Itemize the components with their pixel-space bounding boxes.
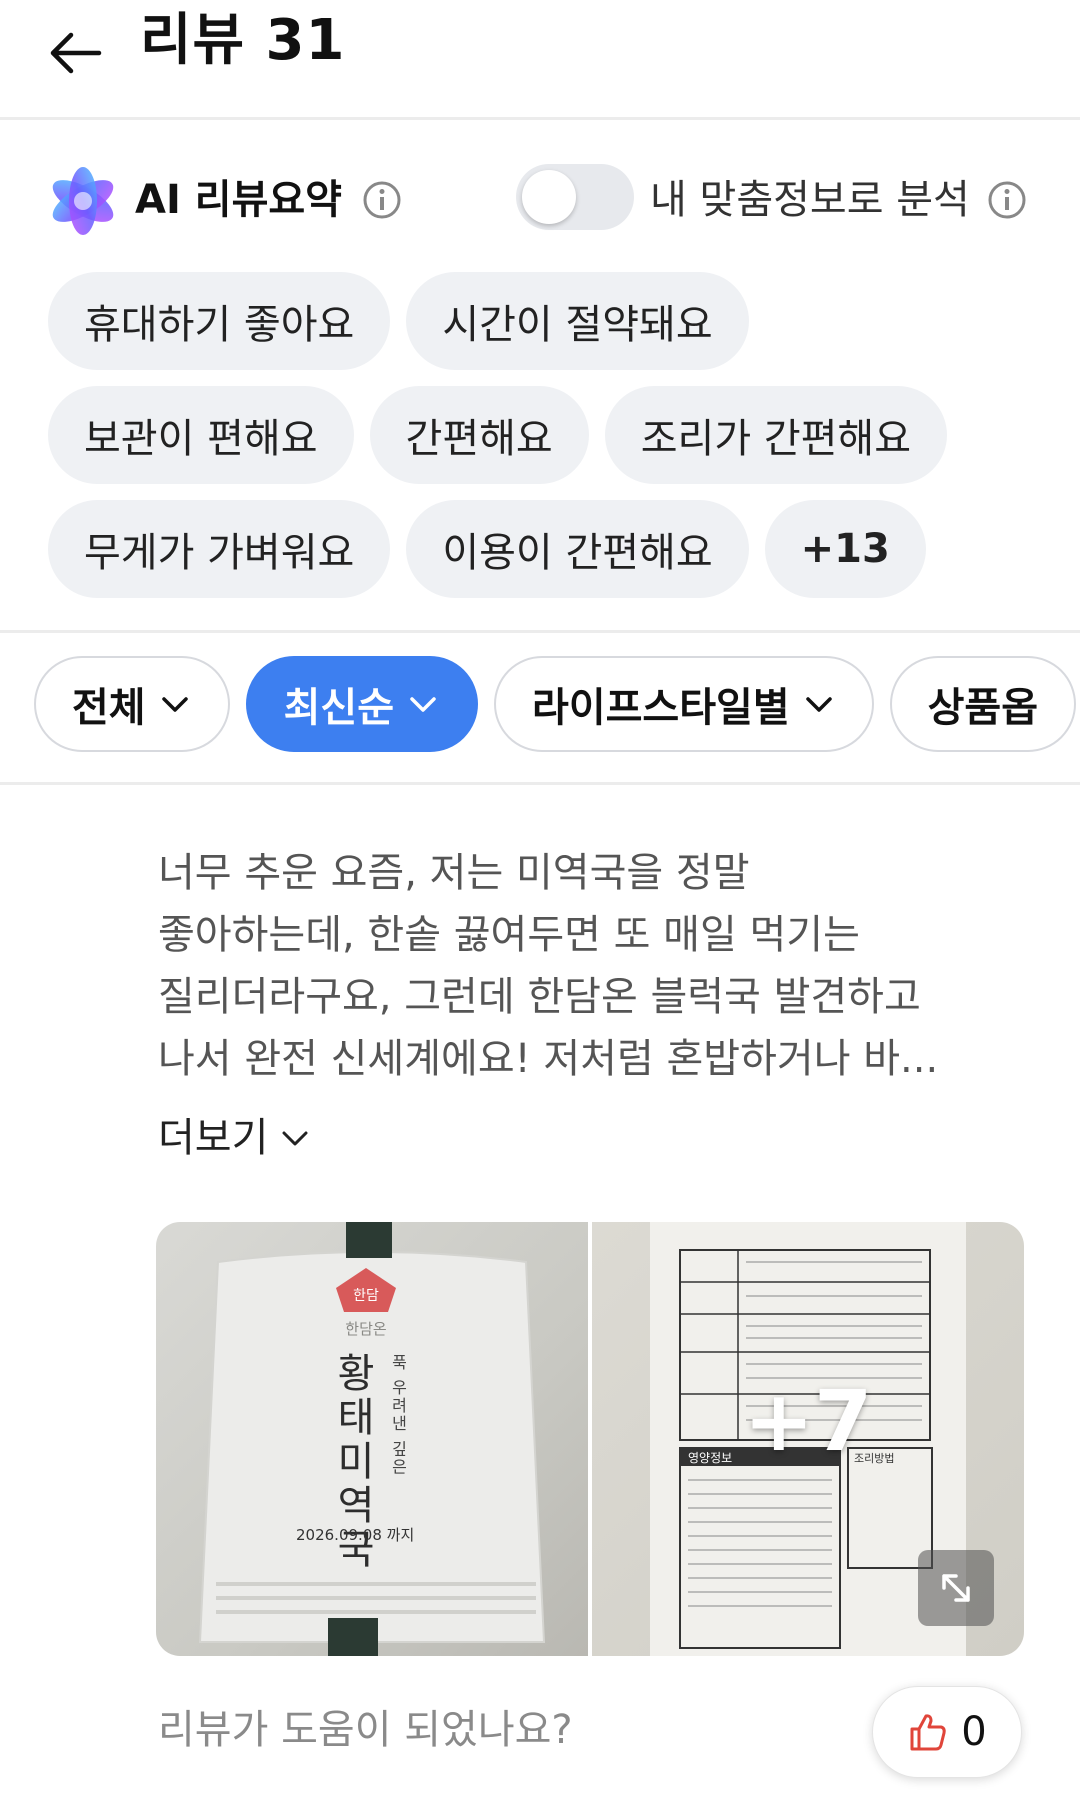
expand-icon: [942, 1574, 970, 1602]
chevron-down-icon: [805, 697, 832, 712]
product-package-front-image: 한담 한담온 황태미역국 푹 우려낸 깊은 2026.09.08 까지: [198, 1222, 546, 1656]
summary-tag-chip[interactable]: 시간이 절약돼요: [406, 272, 749, 370]
like-count: 0: [961, 1709, 987, 1755]
chevron-down-icon: [282, 1131, 308, 1146]
ai-sparkle-logo-icon: [52, 167, 114, 235]
expand-photo-button[interactable]: [918, 1550, 994, 1626]
back-button[interactable]: [40, 18, 110, 88]
filter-label: 라이프스타일별: [532, 685, 790, 731]
review-photo[interactable]: 영양정보 조리방법 +7: [592, 1222, 1024, 1656]
summary-tag-chip[interactable]: 이용이 간편해요: [406, 500, 749, 598]
filter-label: 상품옵: [927, 685, 1039, 731]
review-text-line: 나서 완전 신세계에요! 저처럼 혼밥하거나 바...: [158, 1036, 939, 1082]
review-body-text: 너무 추운 요즘, 저는 미역국을 정말 좋아하는데, 한솥 끓여두면 또 매일…: [158, 842, 1018, 1090]
brand-text: 한담온: [345, 1320, 386, 1338]
review-text-line: 너무 추운 요즘, 저는 미역국을 정말: [158, 850, 750, 896]
summary-tag-chip[interactable]: 보관이 편해요: [48, 386, 354, 484]
summary-tag-chip[interactable]: 휴대하기 좋아요: [48, 272, 391, 370]
helpful-like-button[interactable]: 0: [872, 1686, 1022, 1778]
summary-tag-list: 휴대하기 좋아요 시간이 절약돼요 보관이 편해요 간편해요 조리가 간편해요 …: [48, 272, 1048, 614]
review-photo[interactable]: 한담 한담온 황태미역국 푹 우려낸 깊은 2026.09.08 까지: [156, 1222, 588, 1656]
info-icon[interactable]: [362, 180, 402, 220]
read-more-button[interactable]: 더보기: [158, 1107, 312, 1169]
sort-latest-dropdown[interactable]: 최신순: [245, 656, 479, 752]
helpful-question: 리뷰가 도움이 되었나요?: [158, 1707, 573, 1753]
info-icon[interactable]: [987, 180, 1027, 220]
filter-label: 최신순: [283, 685, 395, 731]
header-bar: 리뷰 31: [0, 0, 1080, 120]
review-photo-gallery: 한담 한담온 황태미역국 푹 우려낸 깊은 2026.09.08 까지 영양정보…: [156, 1222, 1024, 1656]
chevron-down-icon: [410, 697, 436, 712]
chevron-down-icon: [161, 697, 188, 712]
more-tags-button[interactable]: +13: [764, 500, 926, 598]
ai-summary-title: AI 리뷰요약: [135, 177, 342, 223]
summary-tag-chip[interactable]: 조리가 간편해요: [604, 386, 948, 484]
arrow-left-icon: [50, 32, 102, 74]
filter-lifestyle-dropdown[interactable]: 라이프스타일별: [494, 656, 874, 752]
summary-tag-chip[interactable]: 간편해요: [369, 386, 589, 484]
more-photos-count: +7: [743, 1372, 873, 1470]
page-title: 리뷰 31: [140, 8, 346, 73]
product-tagline-text: 푹 우려낸 깊은: [389, 1354, 408, 1476]
filter-label: 전체: [72, 685, 146, 731]
brand-badge-text: 한담: [353, 1288, 379, 1304]
review-text-line: 좋아하는데, 한솥 끓여두면 또 매일 먹기는: [158, 912, 860, 958]
summary-tag-chip[interactable]: 무게가 가벼워요: [48, 500, 391, 598]
personal-analysis-label: 내 맞춤정보로 분석: [650, 177, 970, 223]
section-divider: [0, 782, 1080, 785]
ai-summary-header: AI 리뷰요약 내 맞춤정보로 분석: [0, 150, 1080, 250]
review-text-line: 질리더라구요, 그런데 한담온 블럭국 발견하고: [158, 974, 921, 1020]
toggle-knob: [522, 170, 576, 224]
expiry-date-text: 2026.09.08 까지: [296, 1526, 414, 1544]
filter-product-option-dropdown[interactable]: 상품옵: [889, 656, 1077, 752]
filter-all-dropdown[interactable]: 전체: [34, 656, 230, 752]
thumbs-up-icon: [910, 1714, 946, 1751]
read-more-label: 더보기: [158, 1115, 269, 1161]
section-divider: [0, 630, 1080, 633]
personal-analysis-toggle[interactable]: [516, 164, 634, 230]
filter-bar: 전체 최신순 라이프스타일별 상품옵: [34, 656, 1080, 756]
